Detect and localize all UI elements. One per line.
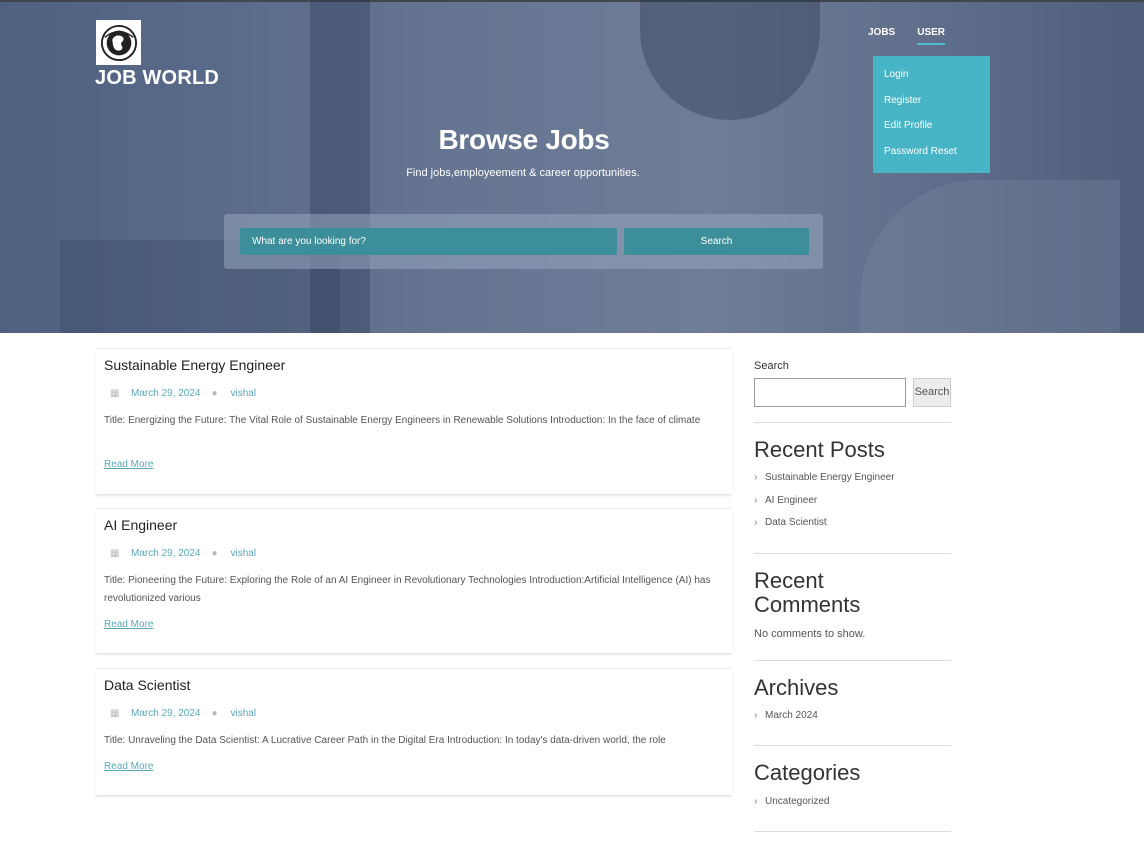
post-date[interactable]: March 29, 2024: [131, 388, 201, 399]
site-logo[interactable]: [96, 20, 141, 65]
recent-post-link[interactable]: › AI Engineer: [754, 495, 817, 506]
divider: [754, 422, 951, 423]
read-more-link[interactable]: Read More: [104, 619, 153, 630]
menu-item-edit-profile[interactable]: Edit Profile: [873, 120, 990, 146]
user-dropdown-menu: Login Register Edit Profile Password Res…: [873, 56, 990, 173]
job-search-button[interactable]: Search: [624, 228, 809, 255]
categories-heading: Categories: [754, 760, 861, 785]
post-card: Data Scientist ▦ March 29, 2024 ● vishal…: [96, 668, 732, 795]
no-comments-text: No comments to show.: [754, 628, 866, 640]
divider: [754, 660, 951, 661]
sidebar-search-input[interactable]: [754, 378, 906, 407]
nav-jobs[interactable]: JOBS: [868, 27, 895, 38]
post-date[interactable]: March 29, 2024: [131, 548, 201, 559]
post-excerpt: Title: Unraveling the Data Scientist: A …: [104, 735, 666, 746]
post-title[interactable]: AI Engineer: [104, 517, 177, 533]
post-author[interactable]: vishal: [231, 708, 257, 719]
site-title[interactable]: JOB WORLD: [95, 67, 219, 90]
chevron-right-icon: ›: [754, 472, 758, 483]
divider: [754, 745, 951, 746]
calendar-icon: ▦: [110, 708, 120, 719]
chevron-right-icon: ›: [754, 796, 758, 807]
menu-item-register[interactable]: Register: [873, 95, 990, 121]
menu-item-login[interactable]: Login: [873, 69, 990, 95]
post-meta: ▦ March 29, 2024 ● vishal: [110, 708, 256, 719]
post-excerpt: Title: Energizing the Future: The Vital …: [104, 415, 701, 426]
user-icon: ●: [211, 708, 218, 719]
post-title[interactable]: Sustainable Energy Engineer: [104, 357, 285, 373]
job-search-input[interactable]: What are you looking for?: [240, 228, 617, 255]
archive-label[interactable]: March 2024: [765, 710, 818, 721]
post-title[interactable]: Data Scientist: [104, 677, 190, 693]
category-label[interactable]: Uncategorized: [765, 796, 829, 807]
recent-post-label[interactable]: Data Scientist: [765, 517, 827, 528]
main-nav: JOBS USER: [868, 27, 945, 45]
sidebar-search-label: Search: [754, 360, 789, 372]
globe-emblem-icon: [100, 24, 137, 61]
archives-heading: Archives: [754, 675, 839, 700]
chevron-right-icon: ›: [754, 517, 758, 528]
sidebar-search-button[interactable]: Search: [913, 378, 951, 407]
recent-post-label[interactable]: Sustainable Energy Engineer: [765, 472, 895, 483]
post-card: Sustainable Energy Engineer ▦ March 29, …: [96, 348, 732, 494]
divider: [754, 553, 951, 554]
read-more-link[interactable]: Read More: [104, 761, 153, 772]
recent-post-label[interactable]: AI Engineer: [765, 495, 817, 506]
post-author[interactable]: vishal: [231, 388, 257, 399]
post-meta: ▦ March 29, 2024 ● vishal: [110, 548, 256, 559]
user-icon: ●: [211, 548, 218, 559]
menu-item-password-reset[interactable]: Password Reset: [873, 146, 990, 172]
category-link[interactable]: › Uncategorized: [754, 796, 829, 807]
recent-post-link[interactable]: › Sustainable Energy Engineer: [754, 472, 895, 483]
calendar-icon: ▦: [110, 388, 120, 399]
post-author[interactable]: vishal: [231, 548, 257, 559]
recent-posts-heading: Recent Posts: [754, 437, 885, 462]
archive-link[interactable]: › March 2024: [754, 710, 818, 721]
post-meta: ▦ March 29, 2024 ● vishal: [110, 388, 256, 399]
nav-user[interactable]: USER: [917, 27, 945, 45]
recent-comments-heading: Recent Comments: [754, 568, 861, 617]
post-date[interactable]: March 29, 2024: [131, 708, 201, 719]
chevron-right-icon: ›: [754, 710, 758, 721]
divider: [754, 831, 951, 832]
read-more-link[interactable]: Read More: [104, 459, 153, 470]
post-excerpt: Title: Pioneering the Future: Exploring …: [104, 575, 711, 604]
post-card: AI Engineer ▦ March 29, 2024 ● vishal Ti…: [96, 508, 732, 653]
user-icon: ●: [211, 388, 218, 399]
calendar-icon: ▦: [110, 548, 120, 559]
chevron-right-icon: ›: [754, 495, 758, 506]
recent-post-link[interactable]: › Data Scientist: [754, 517, 827, 528]
job-search-panel: What are you looking for? Search: [224, 214, 823, 269]
